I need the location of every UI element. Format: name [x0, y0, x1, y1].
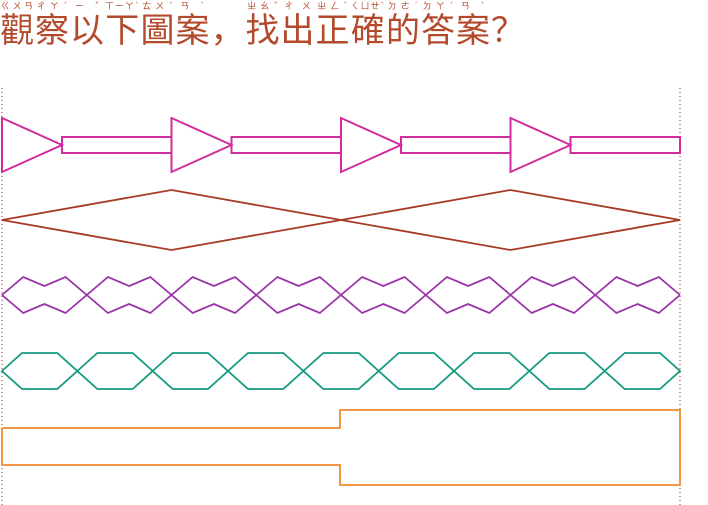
zigzag-lower	[1, 294, 88, 315]
arrow-head-triangle	[1, 116, 65, 174]
octagon-shape	[452, 352, 531, 390]
zigzag-upper	[255, 275, 342, 296]
octagon-shape	[527, 352, 607, 390]
step-outline-shape	[1, 409, 681, 486]
zigzag-upper	[509, 275, 596, 296]
zigzag-lower	[255, 294, 342, 315]
arrow-head-triangle	[170, 116, 234, 174]
zigzag-upper	[594, 275, 681, 296]
zigzag-upper	[425, 275, 512, 296]
zigzag-upper	[340, 275, 427, 296]
diamond-shape	[1, 189, 342, 251]
octagon-shape	[0, 352, 79, 390]
zigzag-upper	[86, 275, 173, 296]
arrow-head-triangle	[509, 116, 573, 174]
octagon-shape	[151, 352, 230, 390]
zigzag-lower	[594, 294, 681, 315]
pattern-figure	[0, 88, 682, 505]
zigzag-lower	[509, 294, 596, 315]
arrow-shaft	[400, 136, 512, 154]
diamond-shape	[340, 189, 681, 251]
octagon-shape	[603, 352, 682, 390]
octagon-shape	[377, 352, 456, 390]
zigzag-lower	[340, 294, 427, 315]
zigzag-upper	[1, 275, 88, 296]
octagon-shape	[75, 352, 155, 390]
arrow-shaft	[569, 136, 681, 154]
zigzag-upper	[170, 275, 257, 296]
arrow-shaft	[230, 136, 342, 154]
octagon-shape	[226, 352, 305, 390]
zigzag-lower	[86, 294, 173, 315]
zigzag-lower	[425, 294, 512, 315]
arrow-shaft	[61, 136, 173, 154]
arrow-head-triangle	[340, 116, 404, 174]
octagon-shape	[301, 352, 381, 390]
zigzag-lower	[170, 294, 257, 315]
